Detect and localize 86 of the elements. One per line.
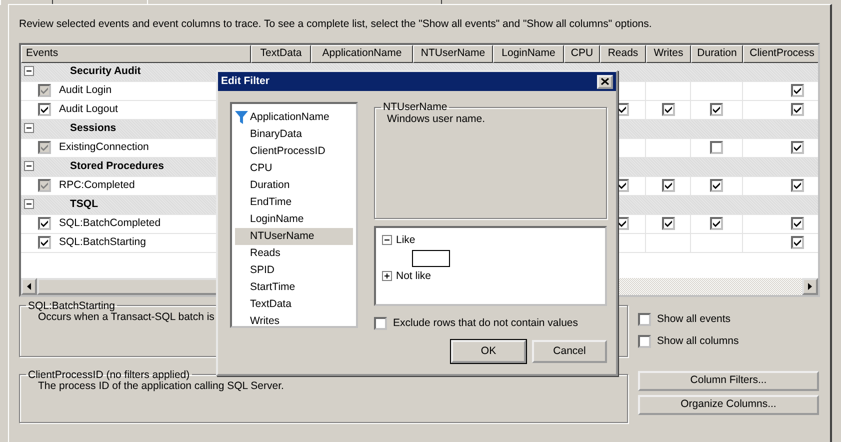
event-label: ExistingConnection <box>59 141 149 154</box>
list-item[interactable]: LoginName <box>235 211 353 228</box>
checkbox[interactable] <box>791 217 804 230</box>
list-item[interactable]: BinaryData <box>235 126 353 143</box>
column-header[interactable]: CPU <box>564 44 600 63</box>
tree-expander-icon[interactable] <box>382 234 393 246</box>
push-button[interactable]: OK <box>451 340 526 363</box>
event-label: SQL:BatchCompleted <box>59 217 161 230</box>
category-label: Sessions <box>70 122 116 135</box>
event-label: SQL:BatchStarting <box>59 236 146 249</box>
event-label: Audit Logout <box>59 103 118 116</box>
dialog-title: Edit Filter <box>221 75 270 88</box>
event-label: RPC:Completed <box>59 179 135 192</box>
checkmark-icon <box>712 181 721 190</box>
checkmark-icon <box>40 181 49 190</box>
column-header[interactable]: ApplicationName <box>311 44 413 63</box>
list-item[interactable]: StartTime <box>235 279 353 296</box>
push-button[interactable]: Cancel <box>532 340 607 363</box>
list-item[interactable]: Writes <box>235 313 353 330</box>
column-header[interactable]: ClientProcess <box>743 44 818 63</box>
checkbox[interactable] <box>662 217 674 230</box>
list-item[interactable]: TextData <box>235 296 353 313</box>
column-header[interactable]: NTUserName <box>413 44 493 63</box>
tree-expander-icon[interactable] <box>24 161 35 172</box>
description-text: The process ID of the application calling SQL Server. <box>38 380 284 393</box>
category-label: Stored Procedures <box>70 160 164 173</box>
checkbox[interactable] <box>662 103 674 116</box>
list-item[interactable]: ClientProcessID <box>235 143 353 160</box>
description-text: Occurs when a Transact-SQL batch is <box>38 311 214 324</box>
list-item[interactable]: EndTime <box>235 194 353 211</box>
checkbox[interactable] <box>638 334 651 348</box>
scroll-right-button[interactable] <box>802 278 818 295</box>
category-label: TSQL <box>70 198 98 211</box>
list-item[interactable]: CPU <box>235 160 353 177</box>
checkbox-label: Exclude rows that do not contain values <box>393 317 578 330</box>
checkmark-icon <box>664 105 672 114</box>
checkbox[interactable] <box>374 317 387 330</box>
checkbox[interactable] <box>791 103 804 116</box>
column-header[interactable]: Reads <box>600 44 646 63</box>
checkbox[interactable] <box>38 236 51 250</box>
tree-expander-icon[interactable] <box>24 199 35 210</box>
list-item[interactable]: Duration <box>235 177 353 194</box>
input-field[interactable] <box>412 250 450 266</box>
checkmark-icon <box>712 219 721 228</box>
checkbox[interactable] <box>791 236 804 250</box>
right-arrow-icon <box>808 282 812 290</box>
tree-node-label[interactable]: Like <box>396 234 416 246</box>
list-item[interactable]: ApplicationName <box>235 109 353 126</box>
checkmark-icon <box>793 181 802 190</box>
checkmark-icon <box>40 143 49 152</box>
group-title: SQL:BatchStarting <box>27 300 116 312</box>
category-label: Security Audit <box>70 65 141 78</box>
checkmark-icon <box>664 219 672 228</box>
group-title: ClientProcessID (no filters applied) <box>27 370 190 380</box>
checkbox[interactable] <box>638 312 651 326</box>
group-title: NTUserName <box>382 102 448 112</box>
close-icon <box>601 78 609 85</box>
checkbox[interactable] <box>710 217 723 230</box>
tree-expander-icon[interactable] <box>24 123 35 134</box>
list-item[interactable]: SPID <box>235 262 353 279</box>
checkmark-icon <box>712 105 721 114</box>
checkmark-icon <box>664 181 672 190</box>
column-header[interactable]: Duration <box>691 44 743 63</box>
instruction-text: Review selected events and event columns to trace. To see a complete list, select the "Show all events" and "Show all columns" options. <box>19 18 652 31</box>
tree-expander-icon[interactable] <box>382 270 393 282</box>
close-button[interactable] <box>597 74 613 88</box>
event-label: Audit Login <box>59 84 112 97</box>
checkbox-label: Show all events <box>657 312 731 326</box>
column-header[interactable]: Events <box>21 44 251 63</box>
description-text: Windows user name. <box>387 112 486 126</box>
list-item[interactable]: NTUserName <box>235 228 353 245</box>
column-header[interactable]: TextData <box>251 44 311 63</box>
push-button[interactable]: Organize Columns... <box>638 394 819 415</box>
checkbox[interactable] <box>38 217 51 230</box>
push-button[interactable]: Column Filters... <box>638 370 819 391</box>
checkbox-label: Show all columns <box>657 334 739 348</box>
left-arrow-icon <box>27 282 31 290</box>
column-header[interactable]: Writes <box>646 44 691 63</box>
scroll-left-button[interactable] <box>21 278 37 295</box>
column-header[interactable]: LoginName <box>493 44 564 63</box>
tree-expander-icon[interactable] <box>24 66 35 78</box>
checkbox[interactable] <box>710 103 723 116</box>
checkbox[interactable] <box>38 103 51 116</box>
list-item[interactable]: Reads <box>235 245 353 262</box>
tree-node-label[interactable]: Not like <box>396 270 432 282</box>
checkmark-icon <box>793 143 802 152</box>
